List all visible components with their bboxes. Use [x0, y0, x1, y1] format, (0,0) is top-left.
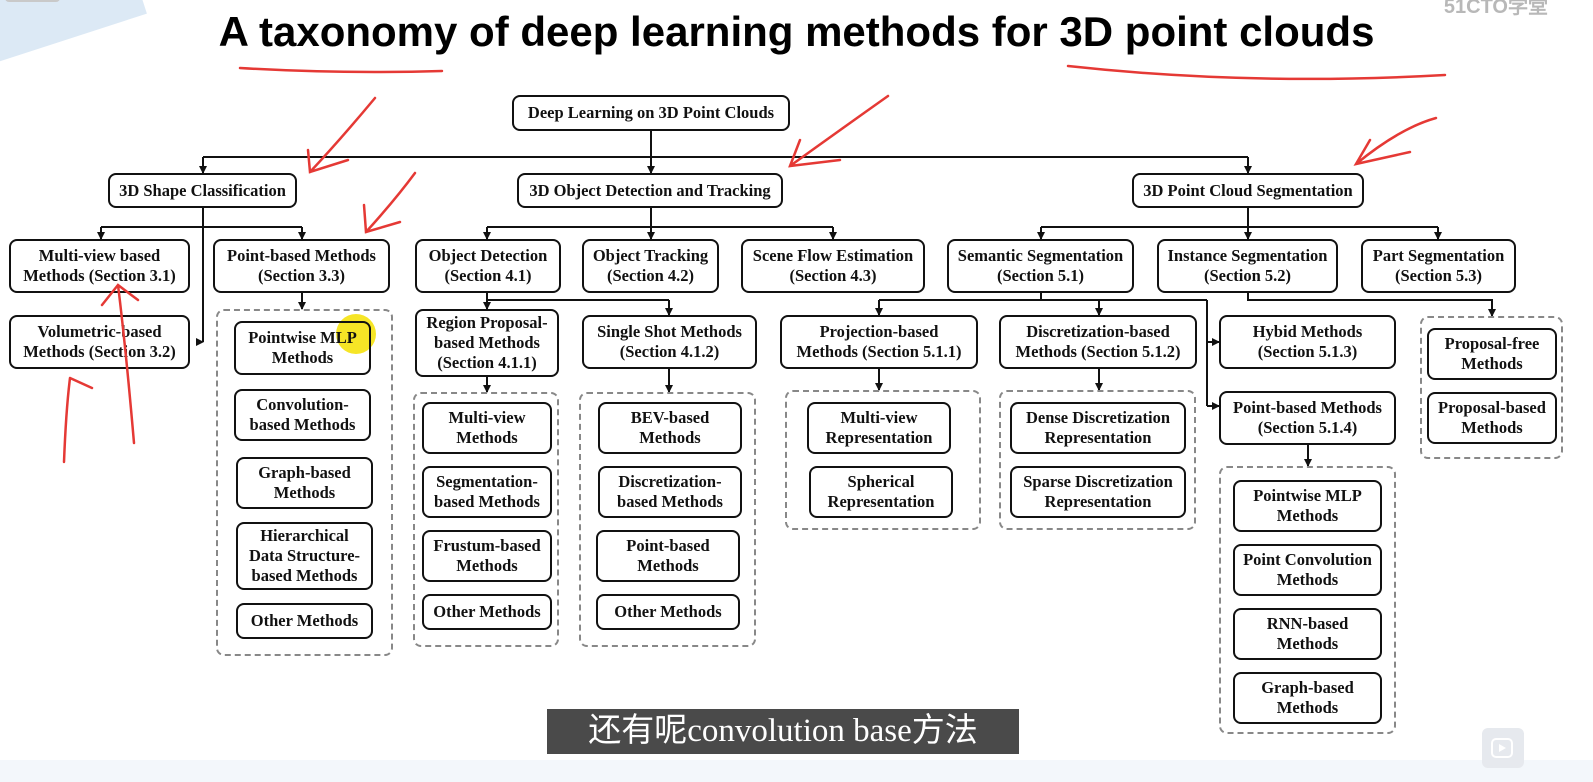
semantic-segmentation-node: Semantic Segmentation (Section 5.1)	[947, 239, 1134, 293]
single-other-node: Other Methods	[596, 594, 740, 630]
single-bev-node: BEV-based Methods	[598, 402, 742, 454]
discretization-based-node: Discretization-based Methods (Section 5.…	[999, 315, 1197, 369]
object-detection-node: Object Detection (Section 4.1)	[415, 239, 561, 293]
multiview-classification-node: Multi-view based Methods (Section 3.1)	[9, 239, 190, 293]
part-segmentation-node: Part Segmentation (Section 5.3)	[1361, 239, 1516, 293]
multiview-representation-node: Multi-view Representation	[807, 402, 951, 454]
pointbased-classification-node: Point-based Methods (Section 3.3)	[213, 239, 390, 293]
hierarchical-node: Hierarchical Data Structure- based Metho…	[236, 522, 373, 590]
graph-based-classification-node: Graph-based Methods	[236, 457, 373, 509]
instance-segmentation-node: Instance Segmentation (Section 5.2)	[1157, 239, 1338, 293]
spherical-representation-node: Spherical Representation	[809, 466, 953, 518]
region-segmentation-node: Segmentation- based Methods	[422, 466, 552, 518]
shape-classification-node: 3D Shape Classification	[108, 173, 297, 208]
sparse-discretization-node: Sparse Discretization Representation	[1010, 466, 1186, 518]
detection-tracking-node: 3D Object Detection and Tracking	[517, 173, 783, 208]
region-proposal-node: Region Proposal- based Methods (Section …	[415, 309, 559, 377]
proposal-free-node: Proposal-free Methods	[1427, 328, 1557, 380]
single-point-node: Point-based Methods	[596, 530, 740, 582]
seg-graph-based-node: Graph-based Methods	[1233, 672, 1382, 724]
region-other-node: Other Methods	[422, 594, 552, 630]
seg-pointwise-mlp-node: Pointwise MLP Methods	[1233, 480, 1382, 532]
play-icon	[1491, 738, 1513, 758]
root-node: Deep Learning on 3D Point Clouds	[512, 95, 790, 131]
volumetric-classification-node: Volumetric-based Methods (Section 3.2)	[9, 315, 190, 369]
object-tracking-node: Object Tracking (Section 4.2)	[582, 239, 719, 293]
pointbased-segmentation-node: Point-based Methods (Section 5.1.4)	[1219, 391, 1396, 445]
region-multiview-node: Multi-view Methods	[422, 402, 552, 454]
video-progress-band	[0, 760, 1593, 782]
region-frustum-node: Frustum-based Methods	[422, 530, 552, 582]
video-subtitle: 还有呢convolution base方法	[547, 709, 1019, 754]
seg-point-convolution-node: Point Convolution Methods	[1233, 544, 1382, 596]
single-discretization-node: Discretization- based Methods	[598, 466, 742, 518]
projection-based-node: Projection-based Methods (Section 5.1.1)	[780, 315, 978, 369]
dense-discretization-node: Dense Discretization Representation	[1010, 402, 1186, 454]
segmentation-node: 3D Point Cloud Segmentation	[1132, 173, 1364, 208]
convolution-based-node: Convolution- based Methods	[234, 389, 371, 441]
pointwise-mlp-node: Pointwise MLP Methods	[234, 321, 371, 375]
seg-rnn-based-node: RNN-based Methods	[1233, 608, 1382, 660]
single-shot-node: Single Shot Methods (Section 4.1.2)	[582, 315, 757, 369]
hybrid-methods-node: Hybid Methods (Section 5.1.3)	[1219, 315, 1396, 369]
scene-flow-node: Scene Flow Estimation (Section 4.3)	[741, 239, 925, 293]
play-button[interactable]	[1482, 728, 1524, 768]
proposal-based-node: Proposal-based Methods	[1427, 392, 1557, 444]
other-classification-node: Other Methods	[236, 603, 373, 639]
